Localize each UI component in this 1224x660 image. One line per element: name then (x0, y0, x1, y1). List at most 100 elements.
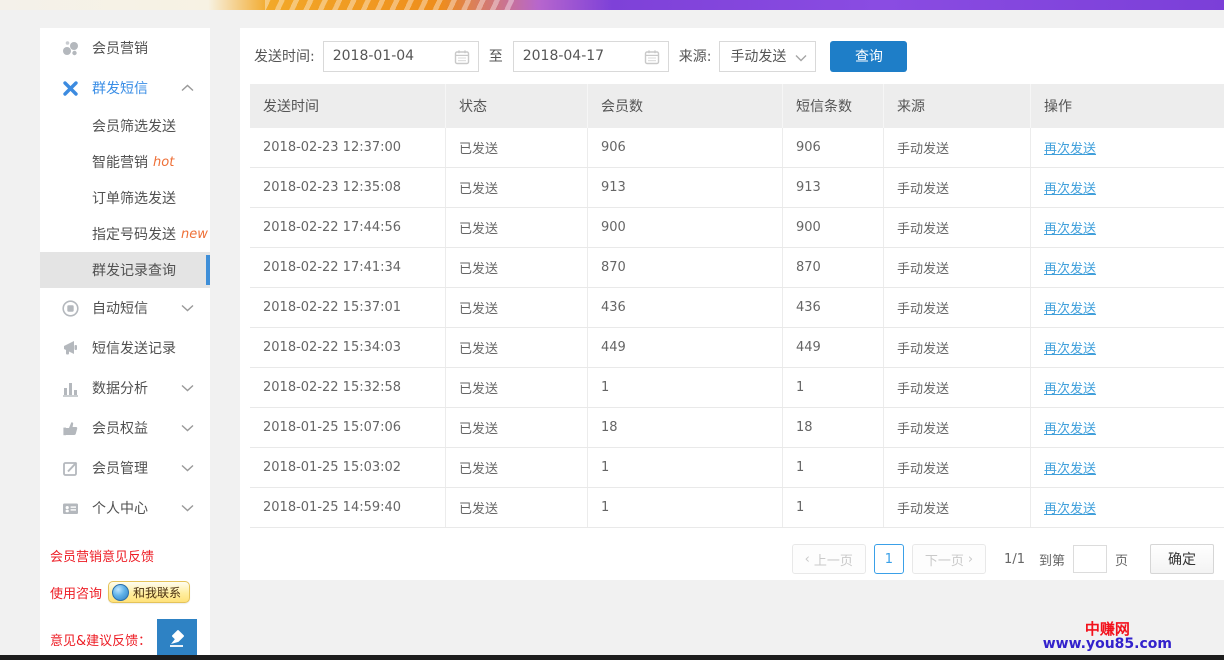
sidebar-item-personal-center[interactable]: 个人中心 (40, 488, 210, 528)
cell-send-time: 2018-02-23 12:35:08 (250, 168, 446, 207)
sidebar-item-specified-number-send[interactable]: 指定号码发送 new (40, 216, 210, 252)
bar-chart-icon (61, 379, 80, 398)
sidebar: 会员营销 群发短信 会员筛选发送 智能营销 hot 订单筛选发送 指定号码发送 … (40, 28, 210, 655)
cell-status: 已发送 (446, 408, 588, 447)
cell-send-time: 2018-01-25 15:07:06 (250, 408, 446, 447)
date-from-input[interactable] (324, 48, 442, 64)
confirm-button[interactable]: 确定 (1150, 544, 1214, 574)
page-info: 1/1 (1004, 552, 1025, 567)
circle-target-icon (61, 299, 80, 318)
page-number-button[interactable]: 1 (874, 544, 904, 574)
cell-actions: 再次发送 (1031, 328, 1224, 367)
sidebar-item-bulk-send-records[interactable]: 群发记录查询 (40, 252, 210, 288)
cell-status: 已发送 (446, 448, 588, 487)
cell-member-count: 913 (588, 168, 783, 207)
filter-toolbar: 发送时间: 至 来源: 手动发送 查询 (240, 28, 1224, 84)
cell-actions: 再次发送 (1031, 288, 1224, 327)
chevron-down-icon (181, 424, 194, 432)
resend-link[interactable]: 再次发送 (1044, 178, 1096, 197)
cell-source: 手动发送 (884, 368, 1031, 407)
cell-source: 手动发送 (884, 408, 1031, 447)
sidebar-item-sms-send-log[interactable]: 短信发送记录 (40, 328, 210, 368)
main-panel: 发送时间: 至 来源: 手动发送 查询 发送时间 状态 会员数 短 (240, 28, 1224, 580)
cell-actions: 再次发送 (1031, 128, 1224, 167)
sidebar-item-auto-sms[interactable]: 自动短信 (40, 288, 210, 328)
column-header-member-count: 会员数 (588, 84, 783, 128)
next-page-button[interactable]: 下一页 › (912, 544, 986, 574)
chevron-up-icon (181, 84, 194, 92)
calendar-icon[interactable] (644, 49, 660, 65)
sidebar-item-label: 会员权益 (92, 418, 148, 438)
sidebar-item-label: 数据分析 (92, 378, 148, 398)
cell-actions: 再次发送 (1031, 248, 1224, 287)
cell-member-count: 1 (588, 368, 783, 407)
resend-link[interactable]: 再次发送 (1044, 258, 1096, 277)
sidebar-item-data-analysis[interactable]: 数据分析 (40, 368, 210, 408)
sidebar-item-member-benefits[interactable]: 会员权益 (40, 408, 210, 448)
resend-link[interactable]: 再次发送 (1044, 338, 1096, 357)
sidebar-item-bulk-sms[interactable]: 群发短信 (40, 68, 210, 108)
member-marketing-feedback-link[interactable]: 会员营销意见反馈 (50, 546, 210, 565)
resend-link[interactable]: 再次发送 (1044, 458, 1096, 477)
resend-link[interactable]: 再次发送 (1044, 498, 1096, 517)
sidebar-menu: 会员营销 群发短信 会员筛选发送 智能营销 hot 订单筛选发送 指定号码发送 … (40, 28, 210, 528)
chevron-right-icon: › (968, 552, 973, 567)
suggestion-feedback-label: 意见&建议反馈： (50, 630, 151, 649)
table-row: 2018-02-22 15:37:01 已发送 436 436 手动发送 再次发… (250, 288, 1224, 328)
sidebar-item-label: 自动短信 (92, 298, 148, 318)
table-row: 2018-01-25 14:59:40 已发送 1 1 手动发送 再次发送 (250, 488, 1224, 528)
table-row: 2018-02-22 15:32:58 已发送 1 1 手动发送 再次发送 (250, 368, 1224, 408)
source-select[interactable]: 手动发送 (719, 41, 816, 72)
cell-status: 已发送 (446, 128, 588, 167)
pagination: ‹上一页 1 下一页› 1/1 到第 页 确定 (240, 544, 1214, 574)
sidebar-item-member-marketing[interactable]: 会员营销 (40, 28, 210, 68)
date-to-input[interactable] (514, 48, 632, 64)
cell-status: 已发送 (446, 208, 588, 247)
edit-note-icon (61, 459, 80, 478)
cell-member-count: 1 (588, 448, 783, 487)
id-card-icon (61, 499, 80, 518)
cell-send-time: 2018-02-22 15:34:03 (250, 328, 446, 367)
table-row: 2018-01-25 15:07:06 已发送 18 18 手动发送 再次发送 (250, 408, 1224, 448)
cell-actions: 再次发送 (1031, 208, 1224, 247)
sidebar-item-smart-marketing[interactable]: 智能营销 hot (40, 144, 210, 180)
cell-sms-count: 906 (783, 128, 884, 167)
source-selected-value: 手动发送 (730, 46, 786, 66)
resend-link[interactable]: 再次发送 (1044, 138, 1096, 157)
prev-page-button[interactable]: ‹上一页 (792, 544, 866, 574)
cross-tools-icon (61, 79, 80, 98)
top-banner-image (0, 0, 1224, 10)
cell-status: 已发送 (446, 288, 588, 327)
cell-member-count: 900 (588, 208, 783, 247)
sidebar-item-order-filter-send[interactable]: 订单筛选发送 (40, 180, 210, 216)
cell-actions: 再次发送 (1031, 408, 1224, 447)
table-row: 2018-01-25 15:03:02 已发送 1 1 手动发送 再次发送 (250, 448, 1224, 488)
source-label: 来源: (679, 46, 712, 66)
next-page-label: 下一页 (925, 550, 964, 569)
resend-link[interactable]: 再次发送 (1044, 378, 1096, 397)
resend-link[interactable]: 再次发送 (1044, 298, 1096, 317)
pencil-diamond-icon (166, 628, 188, 650)
site-watermark: 中赚网 www.you85.com (1043, 622, 1172, 652)
sidebar-item-label: 短信发送记录 (92, 338, 176, 358)
goto-label: 到第 (1039, 550, 1065, 569)
column-header-send-time: 发送时间 (250, 84, 446, 128)
date-to-field[interactable] (513, 41, 669, 72)
sidebar-item-member-management[interactable]: 会员管理 (40, 448, 210, 488)
cell-member-count: 449 (588, 328, 783, 367)
sidebar-item-member-filter-send[interactable]: 会员筛选发送 (40, 108, 210, 144)
contact-me-button[interactable]: 和我联系 (108, 581, 190, 603)
column-header-status: 状态 (446, 84, 588, 128)
query-button[interactable]: 查询 (830, 41, 907, 72)
resend-link[interactable]: 再次发送 (1044, 418, 1096, 437)
cell-send-time: 2018-02-22 15:32:58 (250, 368, 446, 407)
date-from-field[interactable] (323, 41, 479, 72)
suggestion-feedback-button[interactable] (157, 619, 197, 659)
resend-link[interactable]: 再次发送 (1044, 218, 1096, 237)
cell-sms-count: 900 (783, 208, 884, 247)
cell-send-time: 2018-02-23 12:37:00 (250, 128, 446, 167)
cell-sms-count: 913 (783, 168, 884, 207)
watermark-url: www.you85.com (1043, 637, 1172, 652)
goto-page-input[interactable] (1073, 545, 1107, 573)
calendar-icon[interactable] (454, 49, 470, 65)
